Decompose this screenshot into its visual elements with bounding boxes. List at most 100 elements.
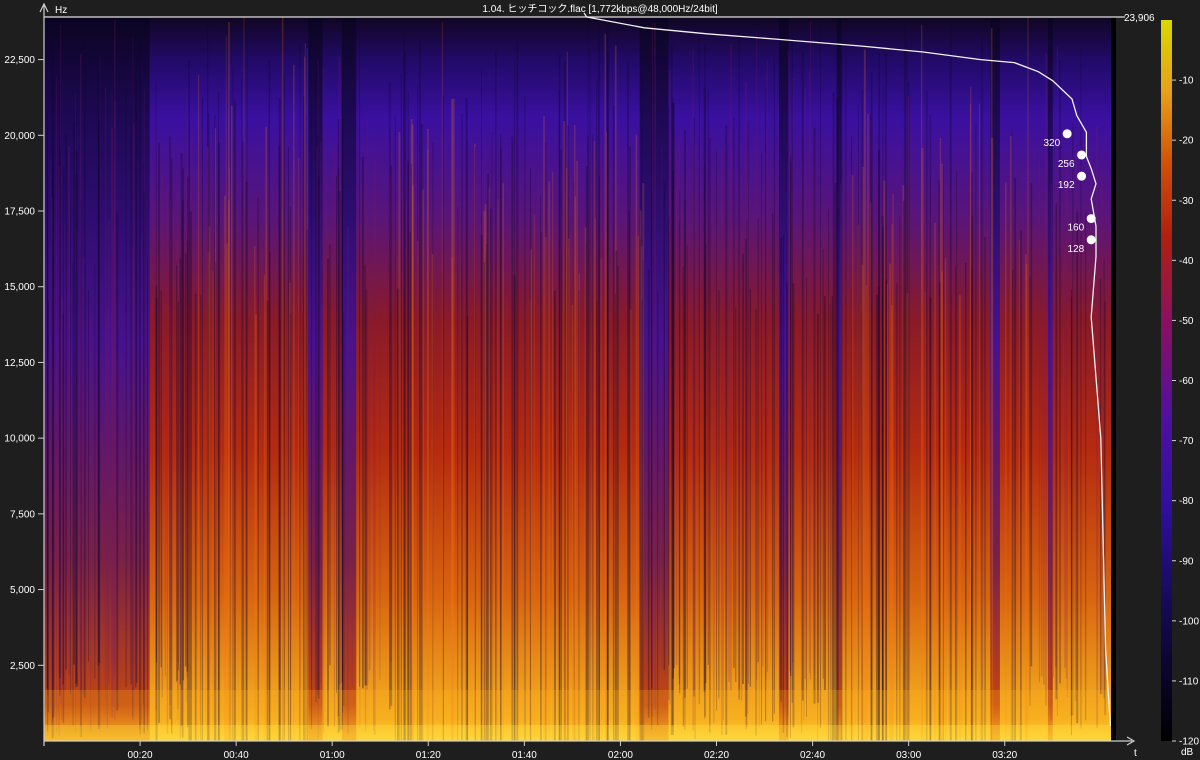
texture-streak — [130, 111, 132, 685]
colorbar-tick-label: -50 — [1179, 316, 1194, 327]
x-tick-label: 01:20 — [416, 750, 441, 760]
colorbar-tick-label: -120 — [1179, 737, 1199, 748]
texture-streak — [740, 312, 743, 701]
x-tick-label: 01:40 — [512, 750, 537, 760]
colorbar-label: dB — [1181, 747, 1194, 758]
texture-streak — [574, 196, 577, 741]
texture-streak — [269, 251, 271, 741]
texture-streak — [949, 26, 952, 741]
texture-streak — [329, 244, 331, 666]
texture-streak — [670, 44, 673, 736]
texture-streak — [337, 168, 340, 717]
texture-streak — [394, 115, 396, 741]
texture-streak — [495, 51, 497, 741]
texture-streak — [164, 301, 166, 677]
texture-streak — [481, 67, 482, 741]
texture-streak — [975, 122, 977, 741]
texture-streak — [1085, 211, 1087, 721]
texture-streak — [61, 299, 64, 721]
texture-streak — [366, 120, 368, 690]
texture-streak — [200, 295, 202, 741]
texture-streak — [379, 312, 381, 681]
texture-streak — [578, 290, 580, 741]
texture-streak — [466, 316, 469, 741]
texture-streak — [594, 218, 596, 741]
texture-streak — [548, 181, 550, 741]
texture-streak — [184, 253, 187, 667]
texture-streak — [834, 183, 837, 741]
y-tick-label: 12,500 — [4, 358, 35, 369]
texture-streak — [1020, 230, 1022, 741]
texture-streak — [304, 43, 306, 741]
texture-streak — [907, 81, 910, 741]
texture-streak — [188, 59, 190, 741]
texture-streak — [875, 294, 878, 741]
texture-streak — [762, 223, 764, 667]
texture-streak — [51, 197, 53, 724]
texture-streak — [181, 200, 184, 738]
texture-streak — [979, 103, 981, 741]
texture-streak — [889, 263, 891, 741]
texture-streak — [755, 308, 757, 736]
texture-streak — [1055, 203, 1058, 700]
texture-streak — [819, 17, 821, 728]
texture-streak — [1072, 122, 1074, 716]
texture-streak — [635, 134, 638, 741]
texture-streak — [243, 17, 245, 741]
texture-streak — [343, 312, 345, 706]
texture-streak — [772, 212, 774, 722]
texture-streak — [780, 237, 783, 702]
texture-streak — [991, 137, 994, 741]
colorbar-tick-label: -20 — [1179, 136, 1194, 147]
texture-streak — [1027, 17, 1029, 741]
texture-streak — [607, 17, 608, 741]
y-tick-label: 5,000 — [10, 585, 35, 596]
texture-streak — [604, 34, 607, 741]
texture-streak — [558, 54, 561, 741]
texture-streak — [861, 264, 864, 741]
texture-streak — [707, 89, 709, 666]
texture-streak — [703, 87, 706, 693]
texture-streak — [212, 270, 214, 741]
texture-streak — [584, 227, 587, 741]
texture-streak — [816, 313, 819, 703]
texture-streak — [865, 285, 867, 741]
texture-streak — [600, 258, 602, 741]
texture-streak — [887, 283, 889, 741]
texture-streak — [882, 295, 883, 741]
texture-streak — [197, 74, 200, 741]
texture-streak — [317, 135, 319, 696]
texture-streak — [339, 191, 341, 731]
texture-streak — [640, 210, 642, 741]
texture-streak — [829, 303, 831, 741]
texture-streak — [70, 198, 71, 695]
texture-streak — [803, 235, 805, 721]
texture-streak — [257, 197, 259, 741]
texture-streak — [944, 257, 947, 741]
texture-streak — [474, 147, 476, 741]
texture-streak — [166, 183, 169, 734]
texture-streak — [663, 181, 665, 670]
texture-streak — [694, 144, 696, 740]
texture-streak — [417, 241, 419, 741]
texture-streak — [201, 97, 203, 741]
texture-streak — [230, 105, 233, 741]
texture-streak — [761, 153, 762, 725]
texture-streak — [1025, 264, 1028, 741]
texture-streak — [593, 140, 595, 741]
texture-streak — [713, 210, 715, 724]
texture-streak — [431, 254, 434, 741]
texture-streak — [735, 308, 737, 682]
texture-streak — [554, 290, 556, 741]
texture-streak — [552, 172, 554, 741]
texture-streak — [885, 52, 887, 741]
texture-streak — [773, 57, 775, 714]
x-tick-label: 00:20 — [128, 750, 153, 760]
texture-streak — [410, 163, 412, 741]
texture-streak — [728, 248, 730, 683]
texture-streak — [823, 296, 826, 691]
texture-streak — [284, 74, 285, 741]
y-tick-label: 2,500 — [10, 661, 35, 672]
colorbar-tick-label: -90 — [1179, 556, 1194, 567]
x-tick-label: 00:40 — [224, 750, 249, 760]
